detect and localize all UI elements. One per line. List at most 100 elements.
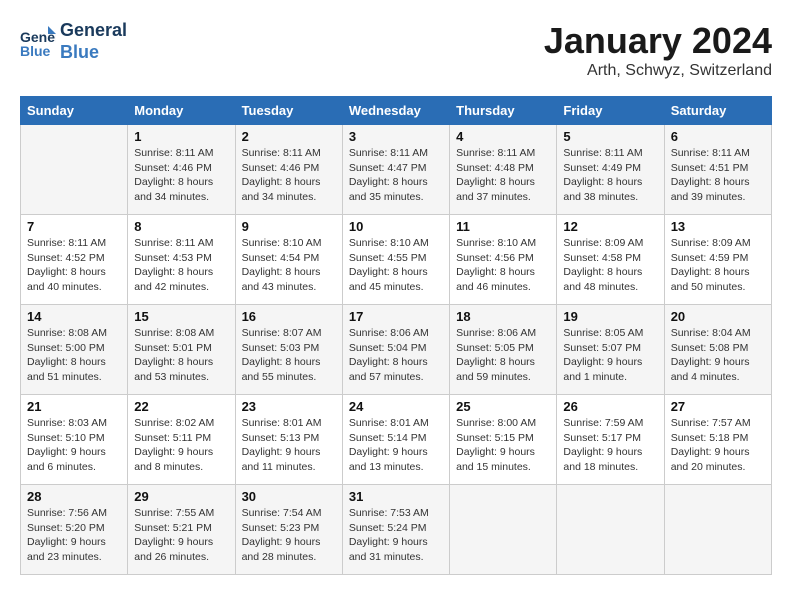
day-number: 27 <box>671 399 765 414</box>
calendar-cell: 15Sunrise: 8:08 AMSunset: 5:01 PMDayligh… <box>128 305 235 395</box>
day-info: Sunrise: 8:11 AMSunset: 4:53 PMDaylight:… <box>134 236 228 295</box>
column-header-wednesday: Wednesday <box>342 97 449 125</box>
calendar-cell: 17 Sunrise: 8:06 AMSunset: 5:04 PMDayligh… <box>342 305 449 395</box>
day-number: 19 <box>563 309 657 324</box>
calendar-cell: 2Sunrise: 8:11 AMSunset: 4:46 PMDaylight… <box>235 125 342 215</box>
day-number: 21 <box>27 399 121 414</box>
day-number: 4 <box>456 129 550 144</box>
day-info: Sunrise: 8:11 AMSunset: 4:49 PMDaylight:… <box>563 146 657 205</box>
day-number: 8 <box>134 219 228 234</box>
day-info: Sunrise: 8:09 AMSunset: 4:58 PMDaylight:… <box>563 236 657 295</box>
day-info: Sunrise: 8:03 AMSunset: 5:10 PMDaylight:… <box>27 416 121 475</box>
calendar-cell: 22 Sunrise: 8:02 AMSunset: 5:11 PMDayligh… <box>128 395 235 485</box>
day-info: Sunrise: 8:08 AMSunset: 5:00 PMDaylight:… <box>27 326 121 385</box>
calendar-table: SundayMondayTuesdayWednesdayThursdayFrid… <box>20 96 772 575</box>
day-info: Sunrise: 8:10 AMSunset: 4:56 PMDaylight:… <box>456 236 550 295</box>
day-number: 14 <box>27 309 121 324</box>
calendar-week-4: 21 Sunrise: 8:03 AMSunset: 5:10 PMDayligh… <box>21 395 772 485</box>
day-info: Sunrise: 8:06 AMSunset: 5:04 PMDaylight:… <box>349 326 443 385</box>
column-header-thursday: Thursday <box>450 97 557 125</box>
calendar-cell: 20 Sunrise: 8:04 AMSunset: 5:08 PMDayligh… <box>664 305 771 395</box>
title-block: January 2024 Arth, Schwyz, Switzerland <box>544 20 772 80</box>
header: General Blue General Blue January 2024 A… <box>20 20 772 80</box>
day-info: Sunrise: 8:06 AMSunset: 5:05 PMDaylight:… <box>456 326 550 385</box>
day-number: 23 <box>242 399 336 414</box>
calendar-cell: 10Sunrise: 8:10 AMSunset: 4:55 PMDayligh… <box>342 215 449 305</box>
calendar-cell: 19 Sunrise: 8:05 AMSunset: 5:07 PMDayligh… <box>557 305 664 395</box>
day-number: 6 <box>671 129 765 144</box>
day-number: 16 <box>242 309 336 324</box>
day-info: Sunrise: 8:11 AMSunset: 4:47 PMDaylight:… <box>349 146 443 205</box>
day-info: Sunrise: 8:10 AMSunset: 4:54 PMDaylight:… <box>242 236 336 295</box>
day-info: Sunrise: 8:00 AMSunset: 5:15 PMDaylight:… <box>456 416 550 475</box>
logo-icon: General Blue <box>20 24 56 60</box>
day-number: 1 <box>134 129 228 144</box>
day-info: Sunrise: 7:53 AMSunset: 5:24 PMDaylight:… <box>349 506 443 565</box>
calendar-cell: 25 Sunrise: 8:00 AMSunset: 5:15 PMDayligh… <box>450 395 557 485</box>
day-info: Sunrise: 8:01 AMSunset: 5:13 PMDaylight:… <box>242 416 336 475</box>
day-number: 28 <box>27 489 121 504</box>
calendar-cell: 12 Sunrise: 8:09 AMSunset: 4:58 PMDayligh… <box>557 215 664 305</box>
day-number: 11 <box>456 219 550 234</box>
day-info: Sunrise: 8:04 AMSunset: 5:08 PMDaylight:… <box>671 326 765 385</box>
calendar-cell: 1 Sunrise: 8:11 AMSunset: 4:46 PMDaylight… <box>128 125 235 215</box>
day-number: 25 <box>456 399 550 414</box>
day-info: Sunrise: 8:05 AMSunset: 5:07 PMDaylight:… <box>563 326 657 385</box>
calendar-cell: 27Sunrise: 7:57 AMSunset: 5:18 PMDayligh… <box>664 395 771 485</box>
day-info: Sunrise: 8:11 AMSunset: 4:52 PMDaylight:… <box>27 236 121 295</box>
calendar-cell: 11 Sunrise: 8:10 AMSunset: 4:56 PMDayligh… <box>450 215 557 305</box>
day-info: Sunrise: 8:11 AMSunset: 4:51 PMDaylight:… <box>671 146 765 205</box>
calendar-cell: 8 Sunrise: 8:11 AMSunset: 4:53 PMDaylight… <box>128 215 235 305</box>
month-title: January 2024 <box>544 20 772 62</box>
day-number: 2 <box>242 129 336 144</box>
day-number: 31 <box>349 489 443 504</box>
location-title: Arth, Schwyz, Switzerland <box>544 62 772 80</box>
day-info: Sunrise: 8:10 AMSunset: 4:55 PMDaylight:… <box>349 236 443 295</box>
calendar-cell: 31 Sunrise: 7:53 AMSunset: 5:24 PMDayligh… <box>342 485 449 575</box>
calendar-cell: 7 Sunrise: 8:11 AMSunset: 4:52 PMDaylight… <box>21 215 128 305</box>
day-number: 24 <box>349 399 443 414</box>
day-info: Sunrise: 8:01 AMSunset: 5:14 PMDaylight:… <box>349 416 443 475</box>
calendar-cell: 24 Sunrise: 8:01 AMSunset: 5:14 PMDayligh… <box>342 395 449 485</box>
calendar-cell: 30 Sunrise: 7:54 AMSunset: 5:23 PMDayligh… <box>235 485 342 575</box>
calendar-cell: 3Sunrise: 8:11 AMSunset: 4:47 PMDaylight… <box>342 125 449 215</box>
calendar-cell: 18 Sunrise: 8:06 AMSunset: 5:05 PMDayligh… <box>450 305 557 395</box>
logo-text: General Blue <box>60 20 127 63</box>
calendar-cell: 9Sunrise: 8:10 AMSunset: 4:54 PMDaylight… <box>235 215 342 305</box>
day-number: 17 <box>349 309 443 324</box>
calendar-cell: 29Sunrise: 7:55 AMSunset: 5:21 PMDayligh… <box>128 485 235 575</box>
day-info: Sunrise: 7:54 AMSunset: 5:23 PMDaylight:… <box>242 506 336 565</box>
calendar-cell: 4Sunrise: 8:11 AMSunset: 4:48 PMDaylight… <box>450 125 557 215</box>
day-number: 26 <box>563 399 657 414</box>
day-number: 29 <box>134 489 228 504</box>
day-number: 20 <box>671 309 765 324</box>
day-info: Sunrise: 8:07 AMSunset: 5:03 PMDaylight:… <box>242 326 336 385</box>
day-number: 5 <box>563 129 657 144</box>
calendar-cell: 14 Sunrise: 8:08 AMSunset: 5:00 PMDayligh… <box>21 305 128 395</box>
day-info: Sunrise: 7:56 AMSunset: 5:20 PMDaylight:… <box>27 506 121 565</box>
day-number: 30 <box>242 489 336 504</box>
day-number: 13 <box>671 219 765 234</box>
day-info: Sunrise: 8:02 AMSunset: 5:11 PMDaylight:… <box>134 416 228 475</box>
calendar-cell: 16 Sunrise: 8:07 AMSunset: 5:03 PMDayligh… <box>235 305 342 395</box>
day-number: 22 <box>134 399 228 414</box>
logo: General Blue General Blue <box>20 20 127 63</box>
calendar-body: 1 Sunrise: 8:11 AMSunset: 4:46 PMDaylight… <box>21 125 772 575</box>
column-header-friday: Friday <box>557 97 664 125</box>
day-info: Sunrise: 8:08 AMSunset: 5:01 PMDaylight:… <box>134 326 228 385</box>
calendar-cell: 21 Sunrise: 8:03 AMSunset: 5:10 PMDayligh… <box>21 395 128 485</box>
calendar-cell: 28 Sunrise: 7:56 AMSunset: 5:20 PMDayligh… <box>21 485 128 575</box>
calendar-week-2: 7 Sunrise: 8:11 AMSunset: 4:52 PMDaylight… <box>21 215 772 305</box>
day-number: 12 <box>563 219 657 234</box>
day-info: Sunrise: 8:11 AMSunset: 4:46 PMDaylight:… <box>134 146 228 205</box>
calendar-week-1: 1 Sunrise: 8:11 AMSunset: 4:46 PMDaylight… <box>21 125 772 215</box>
calendar-cell <box>21 125 128 215</box>
column-header-tuesday: Tuesday <box>235 97 342 125</box>
column-header-monday: Monday <box>128 97 235 125</box>
calendar-week-3: 14 Sunrise: 8:08 AMSunset: 5:00 PMDayligh… <box>21 305 772 395</box>
day-number: 7 <box>27 219 121 234</box>
calendar-cell: 6 Sunrise: 8:11 AMSunset: 4:51 PMDaylight… <box>664 125 771 215</box>
day-number: 18 <box>456 309 550 324</box>
calendar-cell <box>664 485 771 575</box>
calendar-header-row: SundayMondayTuesdayWednesdayThursdayFrid… <box>21 97 772 125</box>
